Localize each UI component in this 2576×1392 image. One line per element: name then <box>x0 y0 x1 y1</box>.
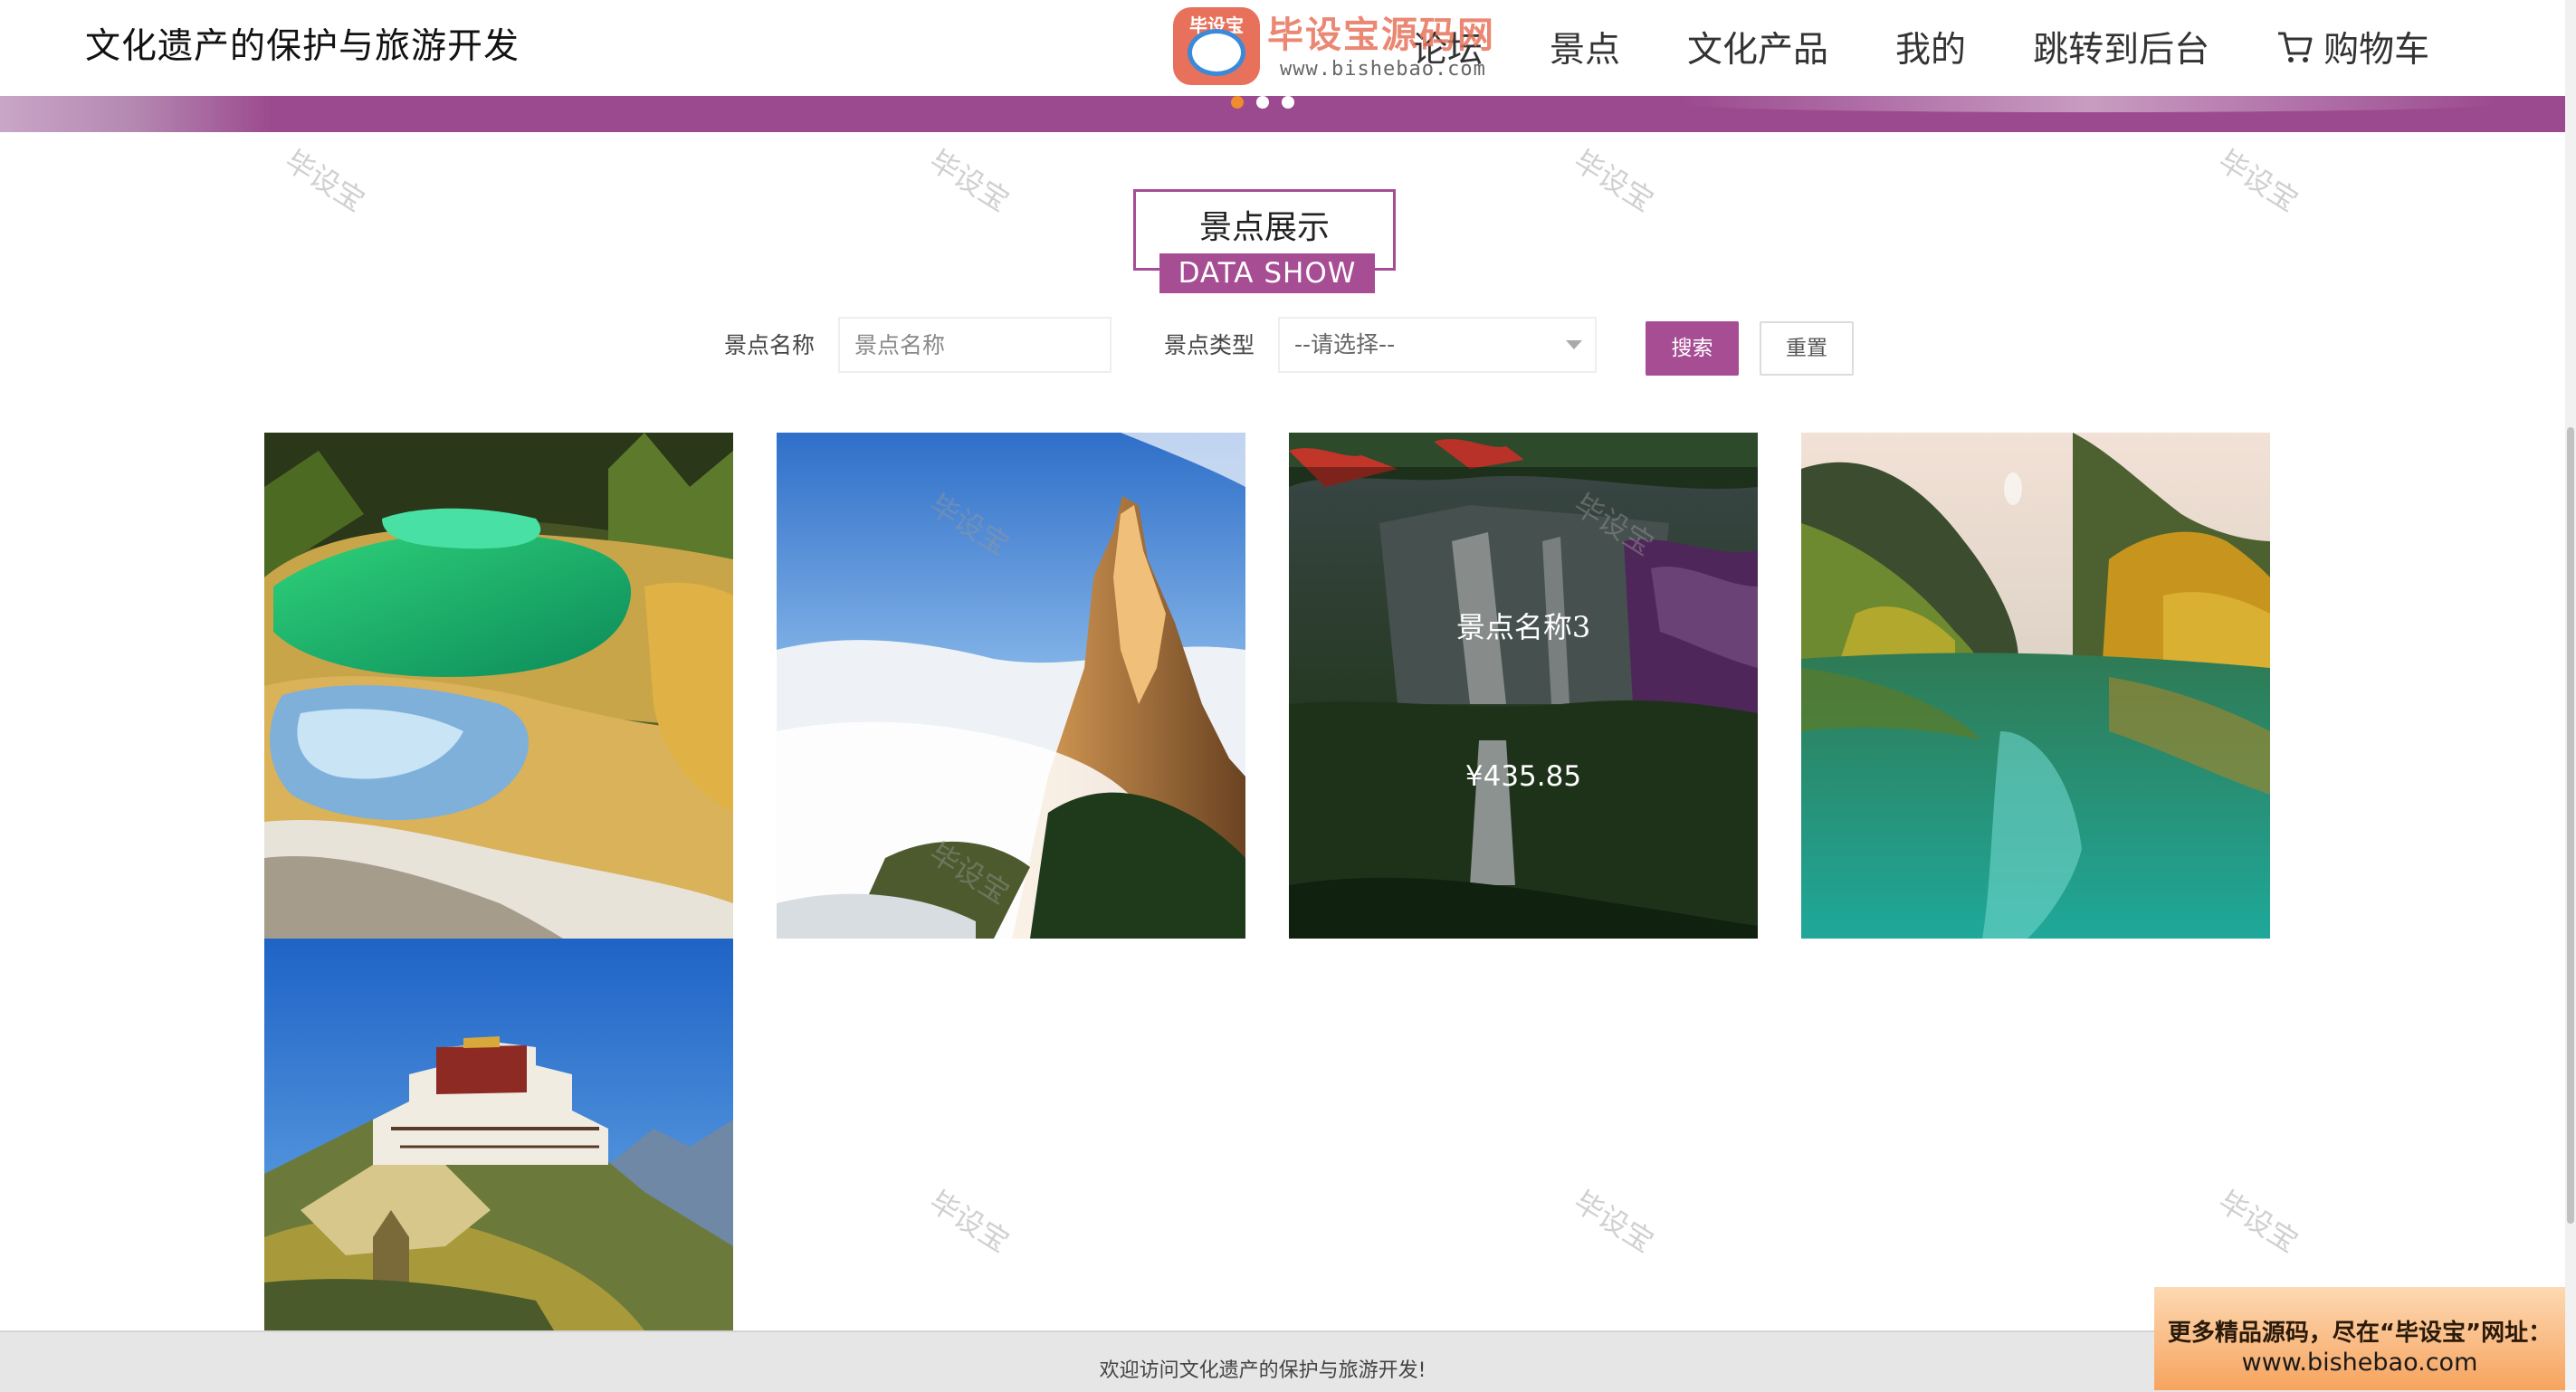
nav-cart-label: 购物车 <box>2323 30 2430 71</box>
type-select-value: --请选择-- <box>1294 331 1396 358</box>
promo-banner[interactable]: 更多精品源码，尽在“毕设宝”网址： www.bishebao.com <box>2154 1287 2565 1390</box>
card-hover-overlay <box>1289 467 1758 939</box>
scenic-image-potala-palace <box>264 939 733 1330</box>
scenic-card-4[interactable] <box>1801 433 2270 939</box>
scenic-image-mountain-lake <box>1801 433 2270 939</box>
carousel-dot-3[interactable] <box>1282 96 1294 109</box>
watermark-text: 毕设宝 <box>2212 143 2304 219</box>
scenic-image-colorful-pools <box>264 433 733 939</box>
carousel-dot-2[interactable] <box>1256 96 1269 109</box>
watermark-text: 毕设宝 <box>2212 1184 2304 1260</box>
card-scenic-price: ¥435.85 <box>1465 760 1582 793</box>
promo-url[interactable]: www.bishebao.com <box>2154 1349 2565 1377</box>
banner-decoration-left <box>0 96 272 132</box>
scrollbar-thumb[interactable] <box>2567 427 2574 1224</box>
watermark-text: 毕设宝 <box>1568 143 1660 219</box>
watermark-text: 毕设宝 <box>923 143 1016 219</box>
type-filter-label: 景点类型 <box>1164 332 1255 358</box>
scenic-card-2[interactable] <box>777 433 1245 939</box>
watermark-text: 毕设宝 <box>279 143 371 219</box>
badge-face-shape <box>1188 29 1245 76</box>
name-filter-label: 景点名称 <box>724 332 816 358</box>
logo-url: www.bishebao.com <box>1280 58 1486 81</box>
scenic-card-3[interactable]: 景点名称3 ¥435.85 <box>1289 433 1758 939</box>
watermark-text: 毕设宝 <box>923 1184 1016 1260</box>
scenic-card-5[interactable] <box>264 939 733 1330</box>
nav-admin[interactable]: 跳转到后台 <box>2033 22 2209 72</box>
search-button[interactable]: 搜索 <box>1646 321 1739 376</box>
main-nav: 论坛 景点 文化产品 我的 跳转到后台 购物车 <box>1412 20 2429 74</box>
section-title-box: 景点展示 DATA SHOW <box>1133 189 1396 293</box>
nav-cart[interactable]: 购物车 <box>2276 22 2429 72</box>
nav-scenic[interactable]: 景点 <box>1550 22 1620 72</box>
site-title[interactable]: 文化遗产的保护与旅游开发 <box>85 22 520 72</box>
carousel-dot-1[interactable] <box>1231 96 1244 109</box>
cart-icon <box>2278 32 2313 62</box>
scenic-image-misty-mountain-peak <box>777 433 1245 939</box>
reset-button[interactable]: 重置 <box>1760 321 1854 376</box>
section-title-en: DATA SHOW <box>1159 253 1375 293</box>
footer-text: 欢迎访问文化遗产的保护与旅游开发! <box>1099 1359 1426 1382</box>
section-title-cn: 景点展示 <box>1198 209 1330 246</box>
name-search-input[interactable] <box>838 317 1111 373</box>
carousel-dots <box>1231 96 1307 109</box>
page-scrollbar[interactable] <box>2565 0 2576 1390</box>
type-select[interactable]: --请选择-- <box>1278 317 1597 373</box>
nav-mine[interactable]: 我的 <box>1895 22 1966 72</box>
chevron-down-icon <box>1566 340 1582 349</box>
card-scenic-name: 景点名称3 <box>1455 610 1591 644</box>
scenic-card-1[interactable] <box>264 433 733 939</box>
carousel-banner <box>0 96 2565 132</box>
bishebao-logo-watermark: 毕设宝 毕设宝源码网 www.bishebao.com <box>1173 5 1517 89</box>
watermark-text: 毕设宝 <box>1568 1184 1660 1260</box>
bishebao-badge-icon: 毕设宝 <box>1173 7 1260 85</box>
banner-decoration-right <box>1684 96 2498 112</box>
logo-name: 毕设宝源码网 <box>1267 14 1495 56</box>
promo-text: 更多精品源码，尽在“毕设宝”网址： <box>2167 1320 2552 1347</box>
nav-culture-products[interactable]: 文化产品 <box>1687 22 1828 72</box>
